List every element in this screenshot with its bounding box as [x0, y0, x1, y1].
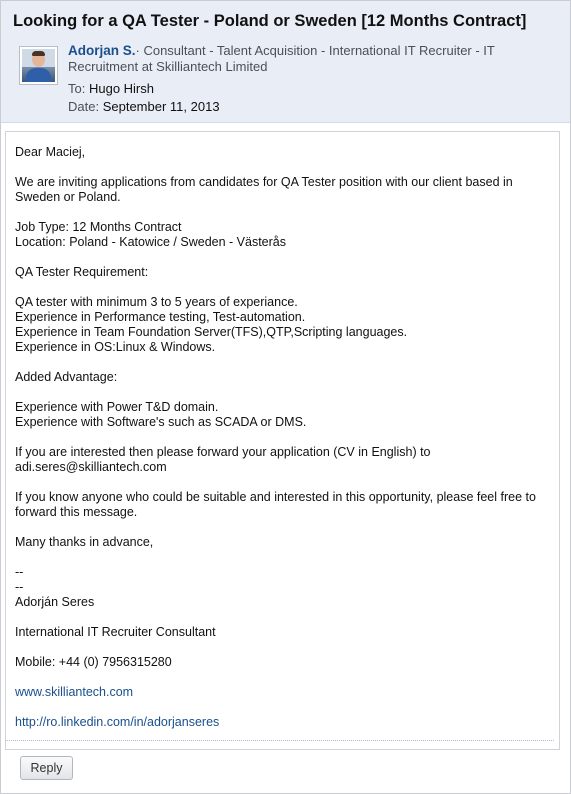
sender-avatar[interactable]: [19, 46, 58, 85]
advantage-item: Experience with Power T&D domain.: [15, 400, 219, 414]
linkedin-link[interactable]: http://ro.linkedin.com/in/adorjanseres: [15, 715, 219, 729]
message-header: Looking for a QA Tester - Poland or Swed…: [1, 1, 570, 123]
sender-name-link[interactable]: Adorjan S.: [68, 43, 136, 58]
website-link[interactable]: www.skilliantech.com: [15, 685, 133, 699]
job-location: Location: Poland - Katowice / Sweden - V…: [15, 235, 286, 249]
thanks-line: Many thanks in advance,: [15, 535, 154, 549]
signature-title: International IT Recruiter Consultant: [15, 625, 216, 639]
requirements-list: QA tester with minimum 3 to 5 years of e…: [15, 295, 555, 355]
apply-paragraph: If you are interested then please forwar…: [15, 445, 431, 474]
job-details: Job Type: 12 Months Contract Location: P…: [15, 220, 555, 250]
date-line: Date: September 11, 2013: [68, 99, 220, 114]
requirement-item: Experience in OS:Linux & Windows.: [15, 340, 216, 354]
avatar-photo: [22, 49, 55, 82]
to-label: To:: [68, 81, 86, 96]
advantage-item: Experience with Software's such as SCADA…: [15, 415, 307, 429]
advantage-heading: Added Advantage:: [15, 370, 118, 384]
forward-paragraph: If you know anyone who could be suitable…: [15, 490, 536, 519]
requirement-item: Experience in Performance testing, Test-…: [15, 310, 306, 324]
signature-block: -- -- Adorján Seres: [15, 565, 555, 610]
to-value: Hugo Hirsh: [88, 81, 154, 96]
signature-dash: --: [15, 580, 24, 594]
reply-button[interactable]: Reply: [20, 756, 73, 780]
requirements-heading: QA Tester Requirement:: [15, 265, 149, 279]
job-type: Job Type: 12 Months Contract: [15, 220, 182, 234]
advantage-list: Experience with Power T&D domain. Experi…: [15, 400, 555, 430]
message-subject: Looking for a QA Tester - Poland or Swed…: [13, 12, 527, 30]
divider: [5, 740, 554, 741]
signature-name: Adorján Seres: [15, 595, 95, 609]
date-label: Date:: [68, 99, 100, 114]
sender-line: Adorjan S.· Consultant - Talent Acquisit…: [68, 43, 548, 75]
requirement-item: Experience in Team Foundation Server(TFS…: [15, 325, 408, 339]
recipient-line: To: Hugo Hirsh: [68, 81, 154, 96]
signature-dash: --: [15, 565, 24, 579]
date-value: September 11, 2013: [102, 99, 220, 114]
signature-mobile: Mobile: +44 (0) 7956315280: [15, 655, 172, 669]
message-text: Dear Maciej, We are inviting application…: [15, 145, 555, 745]
message-body: Dear Maciej, We are inviting application…: [5, 131, 560, 750]
requirement-item: QA tester with minimum 3 to 5 years of e…: [15, 295, 298, 309]
intro-paragraph: We are inviting applications from candid…: [15, 175, 513, 204]
greeting: Dear Maciej,: [15, 145, 86, 159]
